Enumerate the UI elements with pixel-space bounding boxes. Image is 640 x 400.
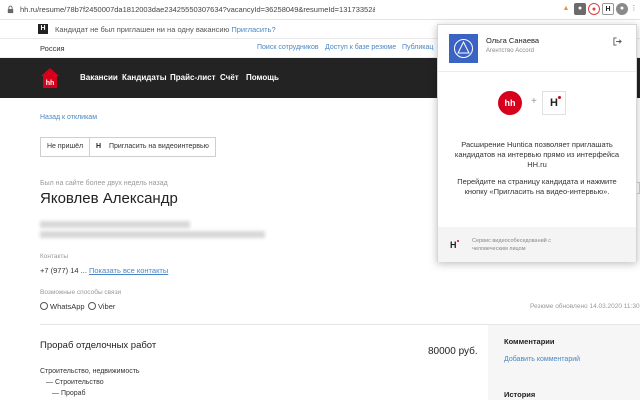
- phone-number: +7 (977) 14 ...: [40, 266, 87, 275]
- blurred-location-info: [40, 231, 265, 238]
- nav-vacancies[interactable]: Вакансии: [80, 73, 118, 82]
- huntica-logo-letter: H: [550, 97, 558, 109]
- toplink-resume-access[interactable]: Доступ к базе резюме: [325, 44, 396, 51]
- region-selector[interactable]: Россия: [40, 44, 65, 53]
- specialization-industry: Строительство, недвижимость: [40, 368, 140, 375]
- footer-logo-letter: H: [450, 240, 457, 250]
- popup-footer-text: Сервис видеособеседований с человеческим…: [472, 238, 552, 252]
- invite-video-interview-button[interactable]: H Пригласить на видеоинтервью: [89, 137, 216, 157]
- hh-logo-icon: hh: [498, 91, 522, 115]
- phone-row: +7 (977) 14 ... Показать все контакты: [40, 266, 168, 275]
- profile-icon[interactable]: ●: [616, 3, 628, 15]
- whatsapp-label: WhatsApp: [50, 302, 85, 311]
- popup-divider: [438, 71, 636, 72]
- invite-video-label: Пригласить на видеоинтервью: [109, 143, 209, 150]
- toplink-search-employees[interactable]: Поиск сотрудников: [257, 44, 319, 51]
- last-seen-text: Был на сайте более двух недель назад: [40, 180, 168, 187]
- back-to-responses-link[interactable]: Назад к откликам: [40, 114, 97, 121]
- huntica-badge-icon: H: [38, 24, 48, 34]
- extension-icons: ▲ ● ● H ● ⋮: [560, 3, 640, 17]
- popup-footer: H Сервис видеособеседований с человеческ…: [438, 227, 636, 262]
- viber-link[interactable]: Viber: [88, 302, 115, 311]
- footer-logo-dot: [456, 240, 459, 242]
- viber-icon: [88, 302, 96, 310]
- no-show-button[interactable]: Не пришёл: [40, 137, 91, 157]
- specialization-area: — Строительство: [46, 379, 104, 386]
- nav-account[interactable]: Счёт: [220, 73, 239, 82]
- popup-instructions: Перейдите на страницу кандидата и нажмит…: [457, 177, 617, 196]
- contacts-label: Контакты: [40, 253, 69, 260]
- huntica-logo-icon: H: [542, 91, 566, 115]
- popup-description: Расширение Huntica позволяет приглашать …: [454, 140, 620, 169]
- nav-candidates[interactable]: Кандидаты: [122, 73, 167, 82]
- nav-price-list[interactable]: Прайс-лист: [170, 73, 215, 82]
- history-title: История: [504, 390, 536, 399]
- plus-sign: +: [531, 96, 537, 107]
- resume-updated-text: Резюме обновлено 14.03.2020 11:30: [530, 303, 640, 310]
- popup-org-name: Агентство Accord: [486, 48, 534, 54]
- job-title: Прораб отделочных работ: [40, 340, 157, 351]
- popup-user-name: Ольга Санаева: [486, 36, 540, 45]
- fox-extension-icon[interactable]: ▲: [560, 3, 572, 15]
- toplink-publications[interactable]: Публикац: [402, 44, 433, 51]
- lock-icon[interactable]: [6, 5, 15, 14]
- comments-title: Комментарии: [504, 337, 555, 346]
- viber-label: Viber: [98, 302, 116, 311]
- agency-avatar-icon: [449, 34, 478, 63]
- blurred-personal-info: [40, 221, 190, 228]
- contact-ways-label: Возможные способы связи: [40, 289, 122, 296]
- salary: 80000 руб.: [428, 346, 478, 357]
- invite-message: Кандидат не был приглашен ни на одну вак…: [55, 25, 230, 34]
- invite-link[interactable]: Пригласить?: [231, 25, 275, 34]
- hh-house-logo-icon[interactable]: hh: [40, 67, 60, 89]
- add-comment-link[interactable]: Добавить комментарий: [504, 356, 580, 363]
- url-text[interactable]: hh.ru/resume/78b7f2450007da1812003dae234…: [20, 5, 375, 14]
- grey-extension-icon[interactable]: ●: [574, 3, 586, 15]
- huntica-logo-dot: [558, 96, 561, 99]
- huntica-extension-icon[interactable]: H: [602, 3, 614, 15]
- specialization-role: — Прораб: [52, 390, 86, 397]
- menu-kebab-icon[interactable]: ⋮: [628, 3, 640, 15]
- browser-address-bar: hh.ru/resume/78b7f2450007da1812003dae234…: [0, 0, 640, 20]
- invite-text: Кандидат не был приглашен ни на одну вак…: [55, 25, 276, 34]
- show-contacts-link[interactable]: Показать все контакты: [89, 266, 168, 275]
- huntica-extension-popup: Ольга Санаева Агентство Accord hh + H Ра…: [437, 24, 637, 262]
- red-extension-icon[interactable]: ●: [588, 3, 600, 15]
- candidate-name: Яковлев Александр: [40, 190, 178, 207]
- huntica-h-icon: H: [96, 143, 102, 150]
- whatsapp-link[interactable]: WhatsApp: [40, 302, 85, 311]
- svg-text:hh: hh: [46, 80, 55, 87]
- huntica-footer-logo-icon[interactable]: H: [450, 240, 459, 250]
- logout-icon[interactable]: [613, 37, 622, 46]
- nav-help[interactable]: Помощь: [246, 73, 279, 82]
- whatsapp-icon: [40, 302, 48, 310]
